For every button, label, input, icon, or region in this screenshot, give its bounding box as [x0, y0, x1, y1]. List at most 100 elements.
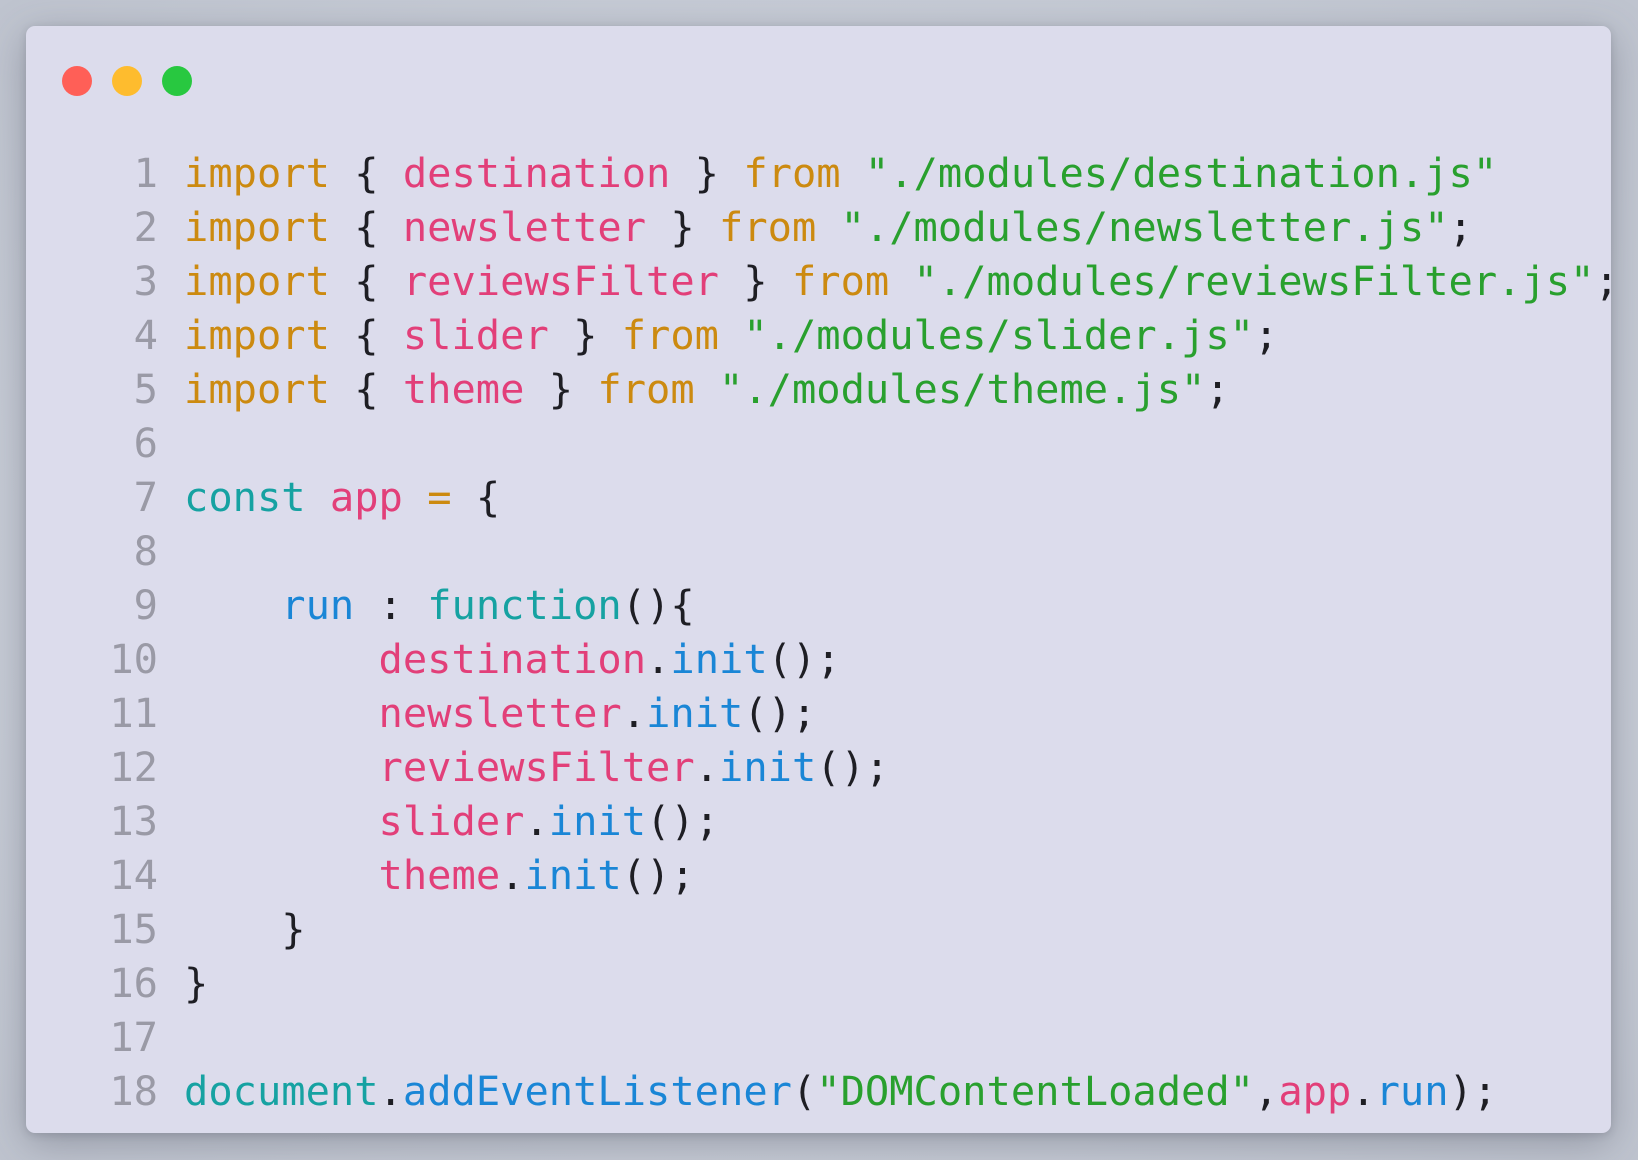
code-token: {: [329, 365, 403, 413]
line-number: 9: [133, 581, 158, 629]
code-token: import: [184, 257, 330, 305]
line-number: 18: [109, 1067, 158, 1115]
code-token: ();: [767, 635, 841, 683]
code-token: ();: [621, 851, 695, 899]
code-token: {: [329, 149, 403, 197]
code-block: 1 import { destination } from "./modules/…: [62, 146, 1619, 1118]
code-token: "./modules/theme.js": [719, 365, 1206, 413]
code-token: newsletter: [402, 203, 647, 251]
code-token: .: [646, 635, 671, 683]
code-line: 4 import { slider } from "./modules/slide…: [62, 308, 1619, 362]
code-token: "./modules/destination.js": [864, 149, 1498, 197]
code-token: .: [1351, 1067, 1376, 1115]
code-line: 11 newsletter.init();: [62, 686, 1619, 740]
code-token: const: [184, 473, 306, 521]
code-token: .: [694, 743, 719, 791]
code-line: 6: [62, 416, 1619, 470]
line-number: 13: [109, 797, 158, 845]
code-token: ();: [743, 689, 817, 737]
code-token: ;: [1594, 257, 1619, 305]
code-line: 15 }: [62, 902, 1619, 956]
code-token: init: [670, 635, 768, 683]
code-token: app: [1278, 1067, 1352, 1115]
code-token: "./modules/reviewsFilter.js": [913, 257, 1595, 305]
code-token: import: [184, 311, 330, 359]
code-text: }: [184, 902, 305, 956]
code-line: 13 slider.init();: [62, 794, 1619, 848]
code-token: }: [670, 149, 744, 197]
code-token: import: [184, 365, 330, 413]
line-number: 16: [109, 959, 158, 1007]
code-token: .: [621, 689, 647, 737]
code-token: run: [281, 581, 355, 629]
code-text: const app = {: [184, 470, 500, 524]
code-token: }: [184, 959, 209, 1007]
line-number: 4: [133, 311, 158, 359]
code-token: import: [184, 203, 330, 251]
code-token: ();: [816, 743, 890, 791]
code-token: document: [184, 1067, 379, 1115]
code-token: from: [719, 203, 817, 251]
line-number: 5: [133, 365, 158, 413]
code-text: import { newsletter } from "./modules/ne…: [184, 200, 1473, 254]
code-token: .: [500, 851, 525, 899]
code-text: reviewsFilter.init();: [184, 740, 890, 794]
code-token: ;: [1448, 203, 1473, 251]
code-text: slider.init();: [184, 794, 719, 848]
line-number: 17: [109, 1013, 158, 1061]
close-dot-icon[interactable]: [62, 66, 92, 96]
code-token: {: [329, 203, 403, 251]
code-token: destination: [378, 635, 647, 683]
code-line: 2 import { newsletter } from "./modules/n…: [62, 200, 1619, 254]
code-token: }: [646, 203, 719, 251]
code-token: run: [1375, 1067, 1449, 1115]
code-line: 10 destination.init();: [62, 632, 1619, 686]
code-token: );: [1448, 1067, 1498, 1115]
line-number: 8: [133, 527, 158, 575]
line-number: 14: [109, 851, 158, 899]
code-token: function: [427, 581, 622, 629]
minimize-dot-icon[interactable]: [112, 66, 142, 96]
code-token: from: [597, 365, 695, 413]
code-line: 3 import { reviewsFilter } from "./module…: [62, 254, 1619, 308]
code-token: theme: [378, 851, 501, 899]
maximize-dot-icon[interactable]: [162, 66, 192, 96]
code-token: import: [184, 149, 330, 197]
line-number: 15: [109, 905, 158, 953]
code-token: }: [524, 365, 598, 413]
code-token: slider: [402, 311, 549, 359]
code-text: newsletter.init();: [184, 686, 817, 740]
code-line: 12 reviewsFilter.init();: [62, 740, 1619, 794]
code-token: reviewsFilter: [402, 257, 719, 305]
code-line: 16}: [62, 956, 1619, 1010]
code-token: destination: [402, 149, 671, 197]
code-token: init: [548, 797, 647, 845]
code-line: 14 theme.init();: [62, 848, 1619, 902]
line-number: 6: [133, 419, 158, 467]
code-text: import { slider } from "./modules/slider…: [184, 308, 1278, 362]
code-token: (: [791, 1067, 817, 1115]
code-token: theme: [402, 365, 525, 413]
code-token: .: [378, 1067, 403, 1115]
code-token: app: [329, 473, 403, 521]
code-token: }: [718, 257, 792, 305]
code-token: ;: [1205, 365, 1230, 413]
code-token: =: [427, 473, 452, 521]
code-text: theme.init();: [184, 848, 695, 902]
code-text: }: [184, 956, 208, 1010]
code-token: "./modules/newsletter.js": [840, 203, 1449, 251]
code-text: import { theme } from "./modules/theme.j…: [184, 362, 1230, 416]
code-token: }: [548, 311, 622, 359]
code-text: destination.init();: [184, 632, 841, 686]
code-window: 1 import { destination } from "./modules/…: [26, 26, 1619, 1133]
code-token: ;: [1254, 311, 1279, 359]
code-token: from: [791, 257, 890, 305]
code-token: from: [743, 149, 841, 197]
